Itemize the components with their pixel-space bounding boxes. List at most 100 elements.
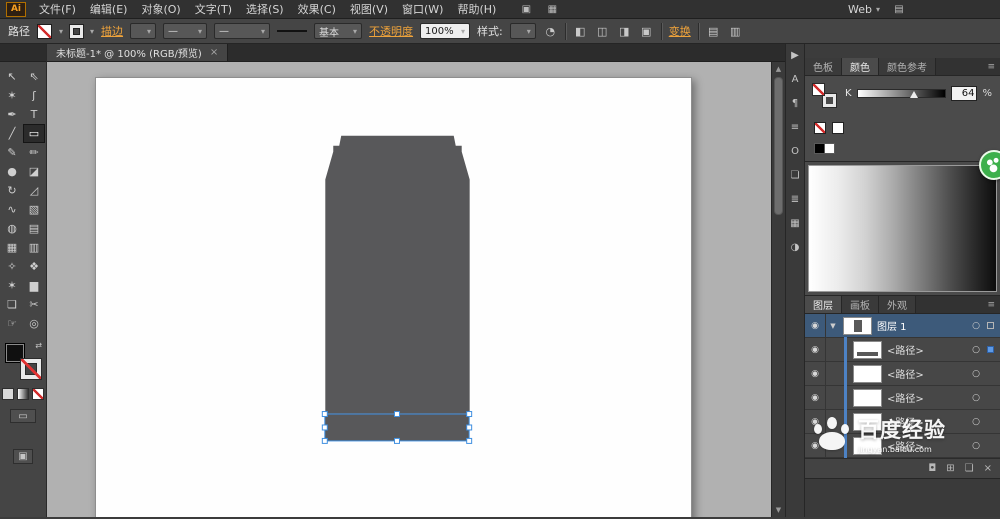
paintbrush-tool[interactable]: ✎ [1,143,23,162]
document-tab[interactable]: 未标题-1* @ 100% (RGB/预览) × [47,44,229,61]
layer-thumbnail[interactable] [853,388,882,407]
gradient-preview[interactable] [808,165,997,292]
direct-selection-tool[interactable]: ⇖ [23,67,45,86]
stroke-link[interactable]: 描边 [101,23,123,39]
anchor-handle[interactable] [321,424,328,431]
lasso-tool[interactable]: ʃ [23,86,45,105]
anchor-handle[interactable] [321,437,328,444]
recolor-artwork-icon[interactable]: ◔ [543,25,558,38]
anchor-handle[interactable] [466,437,473,444]
cpu-usage-icon[interactable]: ▤ [892,4,906,15]
variable-width-dropdown[interactable]: — ▾ [163,23,208,39]
visibility-eye-icon[interactable]: ◉ [805,314,826,337]
opentype-panel-icon[interactable]: O [787,144,803,158]
selection-indicator[interactable] [984,346,996,353]
glyphs-panel-icon[interactable]: ≡ [787,120,803,134]
free-transform-tool[interactable]: ▧ [23,200,45,219]
eraser-tool[interactable]: ◪ [23,162,45,181]
menu-item[interactable]: 视图(V) [343,0,395,18]
new-sublayer-icon[interactable]: ⊞ [946,463,954,474]
delete-layer-icon[interactable]: × [984,463,992,474]
panel-toggle-button[interactable]: ▣ [13,449,33,464]
isolate-object-icon[interactable]: ▤ [706,25,721,38]
paragraph-panel-icon[interactable]: ¶ [787,96,803,110]
align-center-icon[interactable]: ◫ [595,25,610,38]
menu-item[interactable]: 编辑(E) [83,0,135,18]
menu-item[interactable]: 选择(S) [239,0,291,18]
graphic-styles-panel-icon[interactable]: ≣ [787,192,803,206]
anchor-handle[interactable] [466,424,473,431]
anchor-handle[interactable] [321,411,328,418]
anchor-handle[interactable] [393,437,400,444]
mesh-tool[interactable]: ▦ [1,238,23,257]
bridge-icon[interactable]: ▣ [519,4,533,15]
scroll-down-icon[interactable]: ▼ [772,506,785,514]
arrange-documents-icon[interactable]: ▦ [545,4,559,15]
navigator-panel-icon[interactable]: ▦ [787,216,803,230]
layer-row[interactable]: ◉ ▼ <路径> ○ [805,361,1000,386]
layer-row[interactable]: ◉ ▼ <路径> ○ [805,337,1000,362]
layer-row[interactable]: ◉ ▼ <路径> ○ [805,385,1000,410]
document-setup-icon[interactable]: ▥ [728,25,743,38]
anchor-handle[interactable] [466,411,473,418]
layer-thumbnail[interactable] [843,316,872,335]
layer-row[interactable]: ◉ ▼ 图层 1 ○ [805,314,1000,338]
color-button[interactable] [2,388,14,400]
menu-item[interactable]: 效果(C) [291,0,343,18]
slice-tool[interactable]: ✂ [23,295,45,314]
stroke-weight-dropdown[interactable]: ▾ [130,23,157,39]
pen-tool[interactable]: ✒ [1,105,23,124]
panel-tab[interactable]: 画板 [842,296,879,313]
fill-swatch[interactable] [37,23,52,39]
magic-wand-tool[interactable]: ✶ [1,86,23,105]
visibility-eye-icon[interactable]: ◉ [805,338,826,361]
app-logo-icon[interactable]: Ai [6,1,26,17]
layer-thumbnail[interactable] [853,412,882,431]
white-swatch[interactable] [832,122,844,134]
fill-none-chip[interactable] [812,83,825,96]
menu-item[interactable]: 文件(F) [32,0,83,18]
layer-row[interactable]: ◉ ▼ <路径> ○ [805,433,1000,458]
transform-link[interactable]: 变换 [669,23,691,39]
visibility-eye-icon[interactable]: ◉ [805,410,826,433]
layer-name[interactable]: <路径> [887,366,968,381]
make-clipping-mask-icon[interactable]: ◘ [928,463,936,474]
align-right-icon[interactable]: ◨ [617,25,632,38]
white-swatch[interactable] [824,143,835,154]
selected-rectangle[interactable] [324,413,470,442]
menu-item[interactable]: 帮助(H) [450,0,503,18]
canvas[interactable]: ▲ ▼ [47,62,785,517]
scroll-up-icon[interactable]: ▲ [772,65,785,73]
type-tool[interactable]: T [23,105,45,124]
k-slider-handle[interactable] [909,91,918,98]
shape-builder-tool[interactable]: ◍ [1,219,23,238]
width-profile-dropdown[interactable]: — ▾ [214,23,271,39]
expand-triangle-icon[interactable]: ▼ [826,322,840,330]
distribute-icon[interactable]: ▣ [639,25,654,38]
anchor-handle[interactable] [393,411,400,418]
stroke-swatch[interactable] [70,24,84,38]
scrollbar-thumb[interactable] [774,77,783,215]
style-dropdown[interactable]: ▾ [509,23,536,39]
chevron-down-icon[interactable]: ▾ [59,27,63,36]
info-panel-icon[interactable]: ◑ [787,240,803,254]
bottle-shape[interactable] [325,135,470,414]
hand-tool[interactable]: ☞ [1,314,23,333]
width-tool[interactable]: ∿ [1,200,23,219]
selection-indicator[interactable] [984,322,996,329]
target-circle-icon[interactable]: ○ [968,321,984,331]
k-value-input[interactable]: 64 [951,86,978,101]
expand-panels-icon[interactable]: ▶ [787,48,803,62]
vertical-scrollbar[interactable]: ▲ ▼ [771,62,785,517]
target-circle-icon[interactable]: ○ [968,417,984,427]
panel-menu-icon[interactable]: ≡ [987,58,1000,75]
layer-thumbnail[interactable] [853,340,882,359]
opacity-link[interactable]: 不透明度 [369,23,413,39]
new-layer-icon[interactable]: ❏ [965,463,974,474]
panel-menu-icon[interactable]: ≡ [987,296,1000,313]
align-left-icon[interactable]: ◧ [573,25,588,38]
panel-tab[interactable]: 颜色参考 [879,58,936,75]
symbol-sprayer-tool[interactable]: ✶ [1,276,23,295]
rectangle-tool[interactable]: ▭ [23,124,45,143]
none-button[interactable] [32,388,44,400]
